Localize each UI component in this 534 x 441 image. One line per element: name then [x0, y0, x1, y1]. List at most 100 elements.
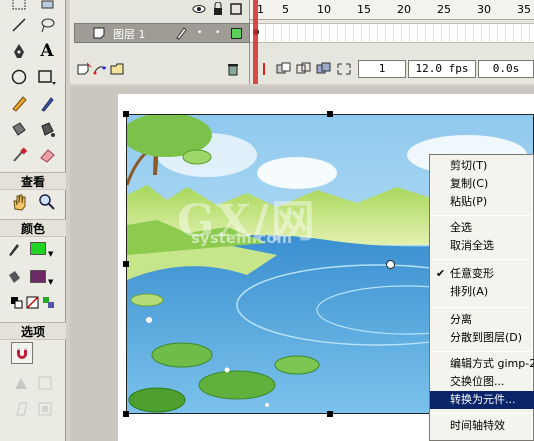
menu-item-label: 剪切(T) [450, 159, 488, 172]
menu-item-label: 分散到图层(D) [450, 331, 523, 344]
transform-handle[interactable] [327, 411, 333, 417]
fill-color-dropdown-icon[interactable]: ▼ [48, 278, 53, 286]
transform-handle[interactable] [123, 111, 129, 117]
elapsed-time-field: 0.0s [478, 60, 534, 78]
transform-handle[interactable] [123, 261, 129, 267]
rotate-option-icon [36, 374, 54, 392]
stroke-color-dropdown-icon[interactable]: ▼ [48, 250, 53, 258]
menu-item-label: 全选 [450, 221, 472, 234]
menu-item-distribute-to-layers[interactable]: 分散到图层(D) [430, 329, 534, 347]
lock-dot-icon[interactable]: • [215, 28, 220, 38]
pencil-tool-icon[interactable] [6, 92, 32, 114]
ink-bottle-tool-icon[interactable] [6, 118, 32, 140]
paint-bucket-tool-icon[interactable] [34, 118, 60, 140]
line-tool-icon[interactable] [6, 14, 32, 36]
watermark-small: system.com [191, 229, 293, 247]
menu-item-label: 分离 [450, 313, 472, 326]
center-frame-icon[interactable] [258, 62, 270, 79]
frame-number: 15 [357, 3, 371, 16]
menu-item-paste[interactable]: 粘贴(P) [430, 193, 534, 211]
menu-separator [432, 307, 532, 308]
current-frame-field: 1 [358, 60, 406, 78]
menu-item-copy[interactable]: 复制(C) [430, 175, 534, 193]
text-tool-glyph: A [40, 41, 54, 61]
fill-bucket-icon [4, 266, 24, 288]
menu-separator [432, 413, 532, 414]
menu-separator [432, 215, 532, 216]
context-menu: 剪切(T) 复制(C) 粘贴(P) 全选 取消全选 ✔ 任意变形 排列(A) 分离… [429, 154, 534, 441]
frame-number: 1 [257, 3, 264, 16]
transform-handle[interactable] [123, 411, 129, 417]
brush-tool-icon[interactable] [34, 92, 60, 114]
frames-row[interactable] [250, 23, 534, 43]
layer-icon [93, 27, 105, 42]
menu-item-free-transform[interactable]: ✔ 任意变形 [430, 265, 534, 283]
no-color-icon[interactable] [26, 296, 40, 310]
edit-multiple-frames-icon[interactable] [316, 62, 332, 79]
frame-number: 20 [397, 3, 411, 16]
swap-colors-icon[interactable] [42, 296, 56, 310]
transform-handle[interactable] [327, 111, 333, 117]
text-tool-icon[interactable]: A [34, 40, 60, 62]
menu-item-deselect-all[interactable]: 取消全选 [430, 237, 534, 255]
frame-number: 10 [317, 3, 331, 16]
frame-number: 5 [282, 3, 289, 16]
modify-markers-icon[interactable] [336, 62, 352, 79]
menu-separator [432, 259, 532, 260]
view-section-label: 查看 [0, 172, 66, 190]
menu-item-swap-bitmap[interactable]: 交换位图... [430, 373, 534, 391]
menu-item-label: 复制(C) [450, 177, 489, 190]
menu-item-label: 取消全选 [450, 239, 494, 252]
black-white-icon[interactable] [10, 296, 24, 310]
outline-color-icon[interactable] [231, 28, 242, 39]
menu-item-label: 交换位图... [450, 375, 505, 388]
stroke-color-swatch[interactable] [30, 242, 46, 255]
menu-item-cut[interactable]: 剪切(T) [430, 157, 534, 175]
fill-color-swatch[interactable] [30, 270, 46, 283]
pen-tool-icon[interactable] [6, 40, 32, 62]
outline-square-icon[interactable] [230, 3, 242, 18]
pencil-edit-icon [175, 26, 187, 43]
menu-item-convert-to-symbol[interactable]: 转换为元件... [430, 391, 534, 409]
menu-item-label: 编辑方式 gimp-2 [450, 357, 534, 370]
snap-magnet-icon[interactable] [11, 342, 33, 364]
menu-item-break-apart[interactable]: 分离 [430, 311, 534, 329]
eyedropper-tool-icon[interactable] [6, 144, 32, 166]
frame-number: 35 [517, 3, 531, 16]
lasso-tool-icon[interactable] [34, 14, 60, 36]
transform-center-point[interactable] [386, 260, 395, 269]
frame-rate-field: 12.0 fps [408, 60, 476, 78]
menu-item-label: 时间轴特效 [450, 419, 505, 432]
frame-number: 25 [437, 3, 451, 16]
lock-icon[interactable] [212, 1, 224, 19]
timeline-status-bar: 1 12.0 fps 0.0s [70, 58, 534, 82]
menu-item-arrange[interactable]: 排列(A) [430, 283, 534, 301]
layer-row[interactable]: 图层 1 • • [74, 23, 250, 43]
menu-item-label: 粘贴(P) [450, 195, 488, 208]
oval-tool-icon[interactable] [6, 66, 32, 88]
eraser-tool-icon[interactable] [34, 144, 60, 166]
frame-number: 30 [477, 3, 491, 16]
smooth-option-icon [12, 374, 30, 392]
zoom-tool-icon[interactable] [34, 191, 60, 213]
stroke-pencil-icon [4, 238, 24, 260]
hand-tool-icon[interactable] [6, 191, 32, 213]
menu-separator [432, 351, 532, 352]
timeline-panel: 图层 1 • • 1 5 10 15 20 25 30 35 1 12.0 fp… [70, 0, 534, 84]
options-section-label: 选项 [0, 322, 66, 340]
visibility-dot-icon[interactable]: • [197, 28, 202, 38]
rectangle-tool-icon[interactable] [34, 66, 60, 88]
layer-name[interactable]: 图层 1 [113, 26, 146, 42]
onion-outline-icon[interactable] [296, 62, 312, 79]
checkmark-icon: ✔ [436, 267, 446, 280]
eye-icon[interactable] [192, 3, 206, 18]
menu-item-label: 排列(A) [450, 285, 489, 298]
frame-ruler[interactable]: 1 5 10 15 20 25 30 35 [250, 0, 534, 20]
menu-item-label: 任意变形 [450, 267, 494, 280]
onion-skin-icon[interactable] [276, 62, 292, 79]
menu-item-timeline-effects[interactable]: 时间轴特效 [430, 417, 534, 435]
menu-item-edit-with[interactable]: 编辑方式 gimp-2 [430, 355, 534, 373]
skew-option-icon [12, 400, 30, 418]
menu-item-label: 转换为元件... [450, 393, 516, 406]
menu-item-select-all[interactable]: 全选 [430, 219, 534, 237]
